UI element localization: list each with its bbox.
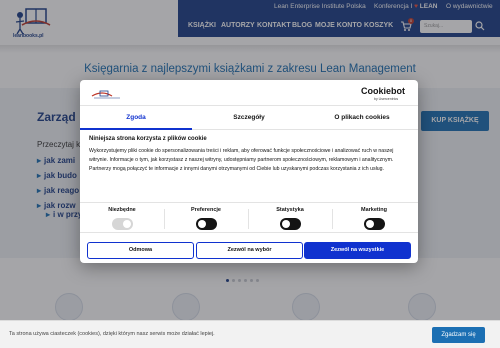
necessary-switch bbox=[112, 218, 133, 230]
cookie-bar-text: Ta strona używa ciasteczek (cookies), dz… bbox=[9, 331, 215, 337]
allow-all-button[interactable]: Zezwól na wszystkie bbox=[304, 242, 411, 259]
tab-about-cookies[interactable]: O plikach cookies bbox=[306, 106, 418, 130]
toggle-marketing: Marketing bbox=[332, 203, 416, 234]
consent-toggles: Niezbędne Preferencje Statystyka Marketi… bbox=[80, 202, 418, 233]
dialog-body: Niniejsza strona korzysta z plików cooki… bbox=[89, 136, 407, 174]
toggle-label: Marketing bbox=[361, 207, 387, 213]
dialog-text: Wykorzystujemy pliki cookie do spersonal… bbox=[89, 148, 394, 172]
tab-details[interactable]: Szczegóły bbox=[193, 106, 305, 130]
tab-consent[interactable]: Zgoda bbox=[80, 106, 192, 130]
agree-button[interactable]: Zgadzam się bbox=[432, 327, 485, 343]
toggle-label: Niezbędne bbox=[108, 207, 136, 213]
dialog-header: Cookiebot by Usercentrics bbox=[80, 80, 418, 106]
preferences-switch[interactable] bbox=[196, 218, 217, 230]
dialog-tabs: Zgoda Szczegóły O plikach cookies bbox=[80, 106, 418, 130]
toggle-statistics: Statystyka bbox=[248, 203, 332, 234]
toggle-label: Statystyka bbox=[276, 207, 304, 213]
cookiebot-byline: by Usercentrics bbox=[374, 97, 399, 101]
cookie-bar: Ta strona używa ciasteczek (cookies), dz… bbox=[0, 320, 500, 348]
cookie-consent-dialog: Cookiebot by Usercentrics Zgoda Szczegół… bbox=[80, 80, 418, 263]
cookiebot-logo: Cookiebot bbox=[361, 86, 405, 96]
marketing-switch[interactable] bbox=[364, 218, 385, 230]
toggle-necessary: Niezbędne bbox=[80, 203, 164, 234]
allow-selection-button[interactable]: Zezwól na wybór bbox=[196, 242, 303, 259]
site-logo-icon bbox=[91, 90, 120, 99]
toggle-preferences: Preferencje bbox=[164, 203, 248, 234]
dialog-title: Niniejsza strona korzysta z plików cooki… bbox=[89, 136, 207, 142]
deny-button[interactable]: Odmowa bbox=[87, 242, 194, 259]
statistics-switch[interactable] bbox=[280, 218, 301, 230]
toggle-label: Preferencje bbox=[191, 207, 221, 213]
